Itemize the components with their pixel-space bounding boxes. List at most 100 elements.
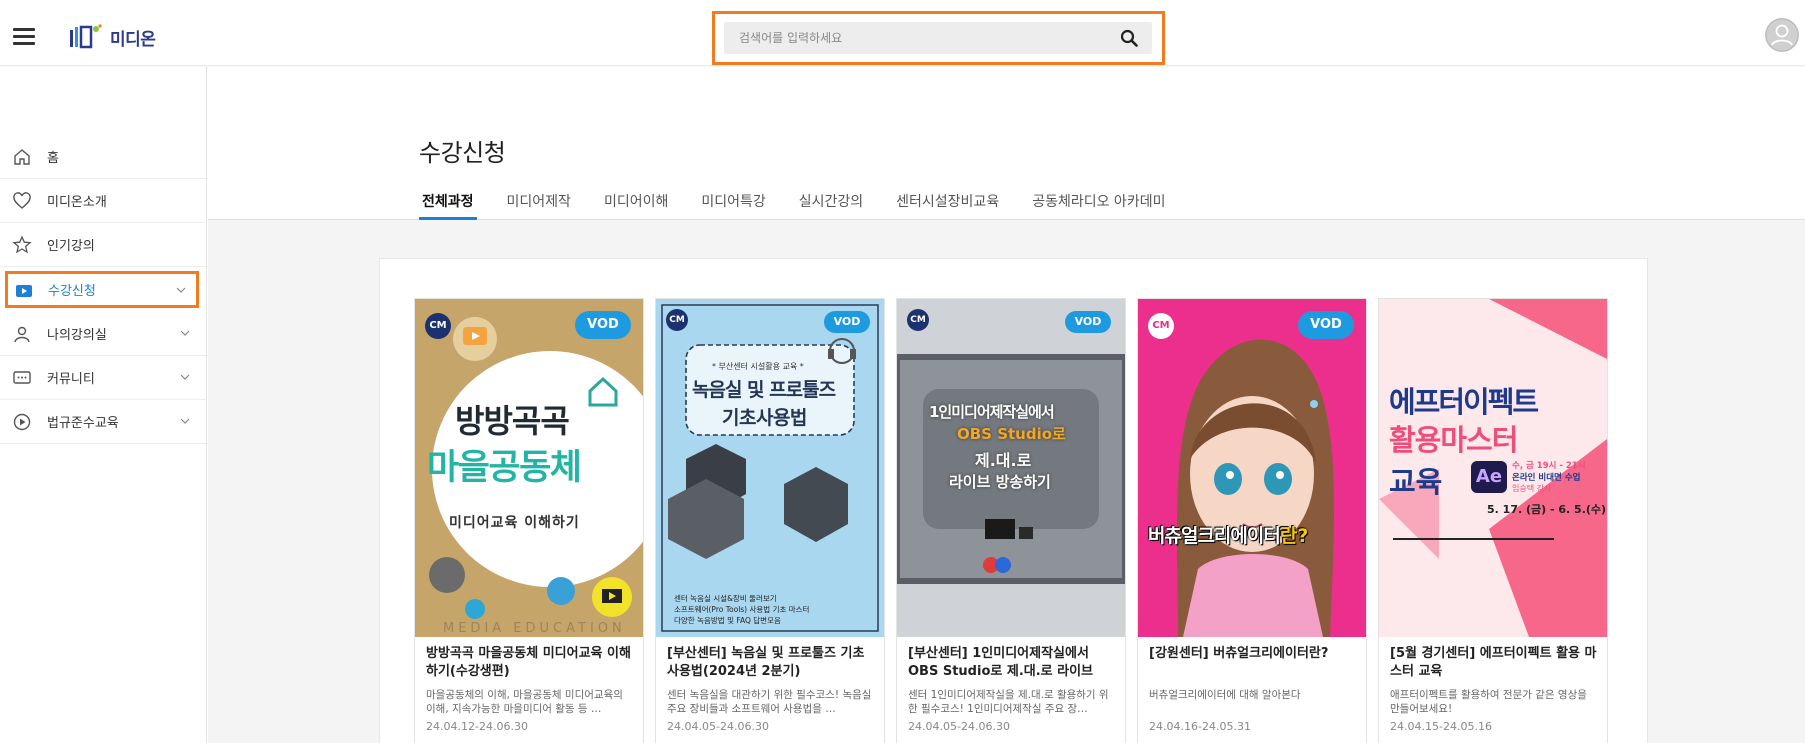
sidebar-item-label: 홈 bbox=[47, 151, 59, 166]
sidebar-item-home[interactable]: 홈 bbox=[0, 135, 206, 179]
sidebar-item-community[interactable]: 커뮤니티 bbox=[0, 356, 206, 400]
course-card[interactable]: CM VOD * 부산센터 시설활용 교육 * 녹음실 및 프로툴즈 기초사용법… bbox=[655, 298, 885, 743]
course-thumbnail: 에프터이펙트 활용마스터 교육 Ae 수, 금 19시 - 21시 온라인 비대… bbox=[1379, 299, 1607, 637]
course-title: 방방곡곡 마을공동체 미디어교육 이해하기(수강생편) bbox=[426, 646, 631, 679]
site-logo[interactable]: 미디온 bbox=[68, 22, 156, 52]
tab-live-lecture[interactable]: 실시간강의 bbox=[796, 184, 866, 220]
poster-footer: MEDIA EDUCATION bbox=[443, 621, 626, 636]
ae-logo-icon: Ae bbox=[1471, 461, 1507, 493]
poster-line3: 미디어교육 이해하기 bbox=[449, 515, 580, 531]
page-title: 수강신청 bbox=[419, 139, 506, 167]
poster-line4: 라이브 방송하기 bbox=[949, 473, 1051, 491]
course-title: [강원센터] 버츄얼크리에이터란? bbox=[1149, 646, 1329, 661]
page-header: 수강신청 전체과정 미디어제작 미디어이해 미디어특강 실시간강의 센터시설장비… bbox=[208, 67, 1805, 220]
poster-period: 5. 17. (금) - 6. 5.(수) bbox=[1487, 503, 1607, 516]
course-description: 애프터이펙트를 활용하여 전문가 같은 영상을 만들어보세요! bbox=[1390, 689, 1587, 715]
search-box bbox=[724, 22, 1152, 54]
chevron-down-icon[interactable] bbox=[180, 328, 190, 338]
poster-line2: 활용마스터 bbox=[1389, 423, 1518, 457]
home-icon bbox=[14, 149, 30, 165]
star-icon bbox=[12, 235, 32, 254]
poster-note1: 센터 녹음실 시설&장비 둘러보기 bbox=[674, 594, 777, 603]
play-box-icon bbox=[16, 285, 32, 297]
poster-caption: 버츄얼크리에이터란? bbox=[1148, 521, 1308, 548]
logo-text: 미디온 bbox=[110, 29, 156, 50]
course-title: [5월 경기센터] 에프터이펙트 활용 마스터 교육 bbox=[1390, 646, 1597, 679]
course-thumbnail: CM VOD * 부산센터 시설활용 교육 * 녹음실 및 프로툴즈 기초사용법… bbox=[656, 299, 884, 637]
poster-line1: 에프터이펙트 bbox=[1389, 385, 1539, 419]
sidebar-item-label: 법규준수교육 bbox=[47, 416, 119, 431]
chat-icon bbox=[13, 371, 31, 384]
tab-facility-equipment[interactable]: 센터시설장비교육 bbox=[893, 184, 1002, 220]
chevron-down-icon[interactable] bbox=[180, 416, 190, 426]
sidebar-item-enroll[interactable]: 수강신청 bbox=[5, 271, 199, 308]
cm-logo-icon: CM bbox=[666, 309, 688, 331]
course-period: 24.04.15-24.05.16 bbox=[1390, 720, 1492, 733]
tab-media-understanding[interactable]: 미디어이해 bbox=[601, 184, 671, 220]
tab-all[interactable]: 전체과정 bbox=[419, 184, 477, 220]
sidebar-item-about[interactable]: 미디온소개 bbox=[0, 179, 206, 223]
sidebar-item-compliance[interactable]: 법규준수교육 bbox=[0, 400, 206, 444]
course-card[interactable]: 에프터이펙트 활용마스터 교육 Ae 수, 금 19시 - 21시 온라인 비대… bbox=[1378, 298, 1608, 743]
course-description: 센터 1인미디어제작실을 제.대.로 활용하기 위한 필수코스! 1인미디어제작… bbox=[908, 689, 1109, 715]
course-list-panel: CM VOD 방방곡곡 마을공동체 미디어교육 이해하기 MEDIA EDUCA… bbox=[379, 258, 1648, 743]
course-card[interactable]: CM VOD 1인미디어제작실에서 OBS Studio로 제.대.로 라이브 … bbox=[896, 298, 1126, 743]
poster-line3: 교육 bbox=[1389, 465, 1443, 499]
menu-icon[interactable] bbox=[13, 28, 35, 46]
course-card[interactable]: CM VOD 버츄얼크리에이터란? [강원센터] 버츄얼크리에이터란? 버츄얼크… bbox=[1137, 298, 1367, 743]
course-card[interactable]: CM VOD 방방곡곡 마을공동체 미디어교육 이해하기 MEDIA EDUCA… bbox=[414, 298, 644, 743]
person-icon bbox=[14, 326, 30, 343]
course-description: 버츄얼크리에이터에 대해 알아본다 bbox=[1149, 689, 1301, 701]
poster-note2: 소프트웨어(Pro Tools) 사용법 기초 마스터 bbox=[674, 605, 810, 614]
course-thumbnail: CM VOD 버츄얼크리에이터란? bbox=[1138, 299, 1366, 637]
course-thumbnail: CM VOD 방방곡곡 마을공동체 미디어교육 이해하기 MEDIA EDUCA… bbox=[415, 299, 643, 637]
logo-mark-icon bbox=[70, 24, 102, 49]
poster-line3: 제.대.로 bbox=[975, 451, 1032, 470]
course-period: 24.04.12-24.06.30 bbox=[426, 720, 528, 733]
course-period: 24.04.05-24.06.30 bbox=[667, 720, 769, 733]
poster-caption-main: 버츄얼크리에이터 bbox=[1148, 525, 1281, 547]
poster-line1: 녹음실 및 프로툴즈 bbox=[692, 379, 836, 401]
vod-badge: VOD bbox=[1065, 311, 1111, 333]
user-avatar[interactable] bbox=[1765, 18, 1799, 52]
vod-badge: VOD bbox=[575, 311, 631, 339]
sidebar-item-popular[interactable]: 인기강의 bbox=[0, 223, 206, 267]
course-period: 24.04.05-24.06.30 bbox=[908, 720, 1010, 733]
poster-line1: 방방곡곡 bbox=[455, 402, 570, 440]
course-title: [부산센터] 녹음실 및 프로툴즈 기초 사용법(2024년 2분기) bbox=[667, 646, 865, 679]
chevron-down-icon[interactable] bbox=[180, 372, 190, 382]
sidebar-item-my-class[interactable]: 나의강의실 bbox=[0, 312, 206, 356]
poster-line2: 기초사용법 bbox=[722, 407, 807, 429]
sidebar-item-label: 인기강의 bbox=[47, 239, 95, 254]
chevron-down-icon[interactable] bbox=[176, 285, 186, 295]
cm-logo-icon: CM bbox=[425, 313, 451, 339]
vod-badge: VOD bbox=[824, 311, 870, 333]
poster-info1: 수, 금 19시 - 21시 bbox=[1512, 461, 1586, 471]
virtual-creator-poster bbox=[1176, 339, 1335, 637]
category-tabs: 전체과정 미디어제작 미디어이해 미디어특강 실시간강의 센터시설장비교육 공동… bbox=[419, 184, 1195, 220]
user-avatar-icon bbox=[1765, 18, 1799, 52]
tab-community-radio[interactable]: 공동체라디오 아카데미 bbox=[1029, 184, 1168, 220]
poster-line2: OBS Studio로 bbox=[957, 425, 1066, 443]
search-input[interactable] bbox=[724, 22, 1104, 54]
recording-studio-poster bbox=[661, 304, 879, 632]
main-content: 수강신청 전체과정 미디어제작 미디어이해 미디어특강 실시간강의 센터시설장비… bbox=[208, 67, 1805, 743]
course-title: [부산센터] 1인미디어제작실에서 OBS Studio로 제.대.로 라이브 … bbox=[908, 646, 1094, 679]
search-icon[interactable] bbox=[1120, 29, 1138, 47]
tab-media-special[interactable]: 미디어특강 bbox=[698, 184, 768, 220]
sidebar-item-label: 수강신청 bbox=[48, 284, 96, 299]
cm-logo-icon: CM bbox=[907, 309, 929, 331]
poster-note3: 다양한 녹음방법 및 FAQ 답변모음 bbox=[674, 616, 781, 625]
course-description: 센터 녹음실을 대관하기 위한 필수코스! 녹음실 주요 장비들과 소프트웨어 … bbox=[667, 689, 872, 715]
poster-caption-accent: 란? bbox=[1279, 525, 1309, 547]
search-highlight bbox=[712, 11, 1165, 65]
course-thumbnail: CM VOD 1인미디어제작실에서 OBS Studio로 제.대.로 라이브 … bbox=[897, 299, 1125, 637]
tab-media-production[interactable]: 미디어제작 bbox=[504, 184, 574, 220]
vod-badge: VOD bbox=[1298, 311, 1354, 339]
top-header: 미디온 bbox=[0, 0, 1805, 66]
course-period: 24.04.16-24.05.31 bbox=[1149, 720, 1251, 733]
poster-line0: * 부산센터 시설활용 교육 * bbox=[712, 362, 804, 371]
cm-logo-icon: CM bbox=[1148, 313, 1174, 339]
poster-info3: 임승택 강사 bbox=[1512, 484, 1552, 493]
sidebar-item-label: 커뮤니티 bbox=[47, 372, 95, 387]
